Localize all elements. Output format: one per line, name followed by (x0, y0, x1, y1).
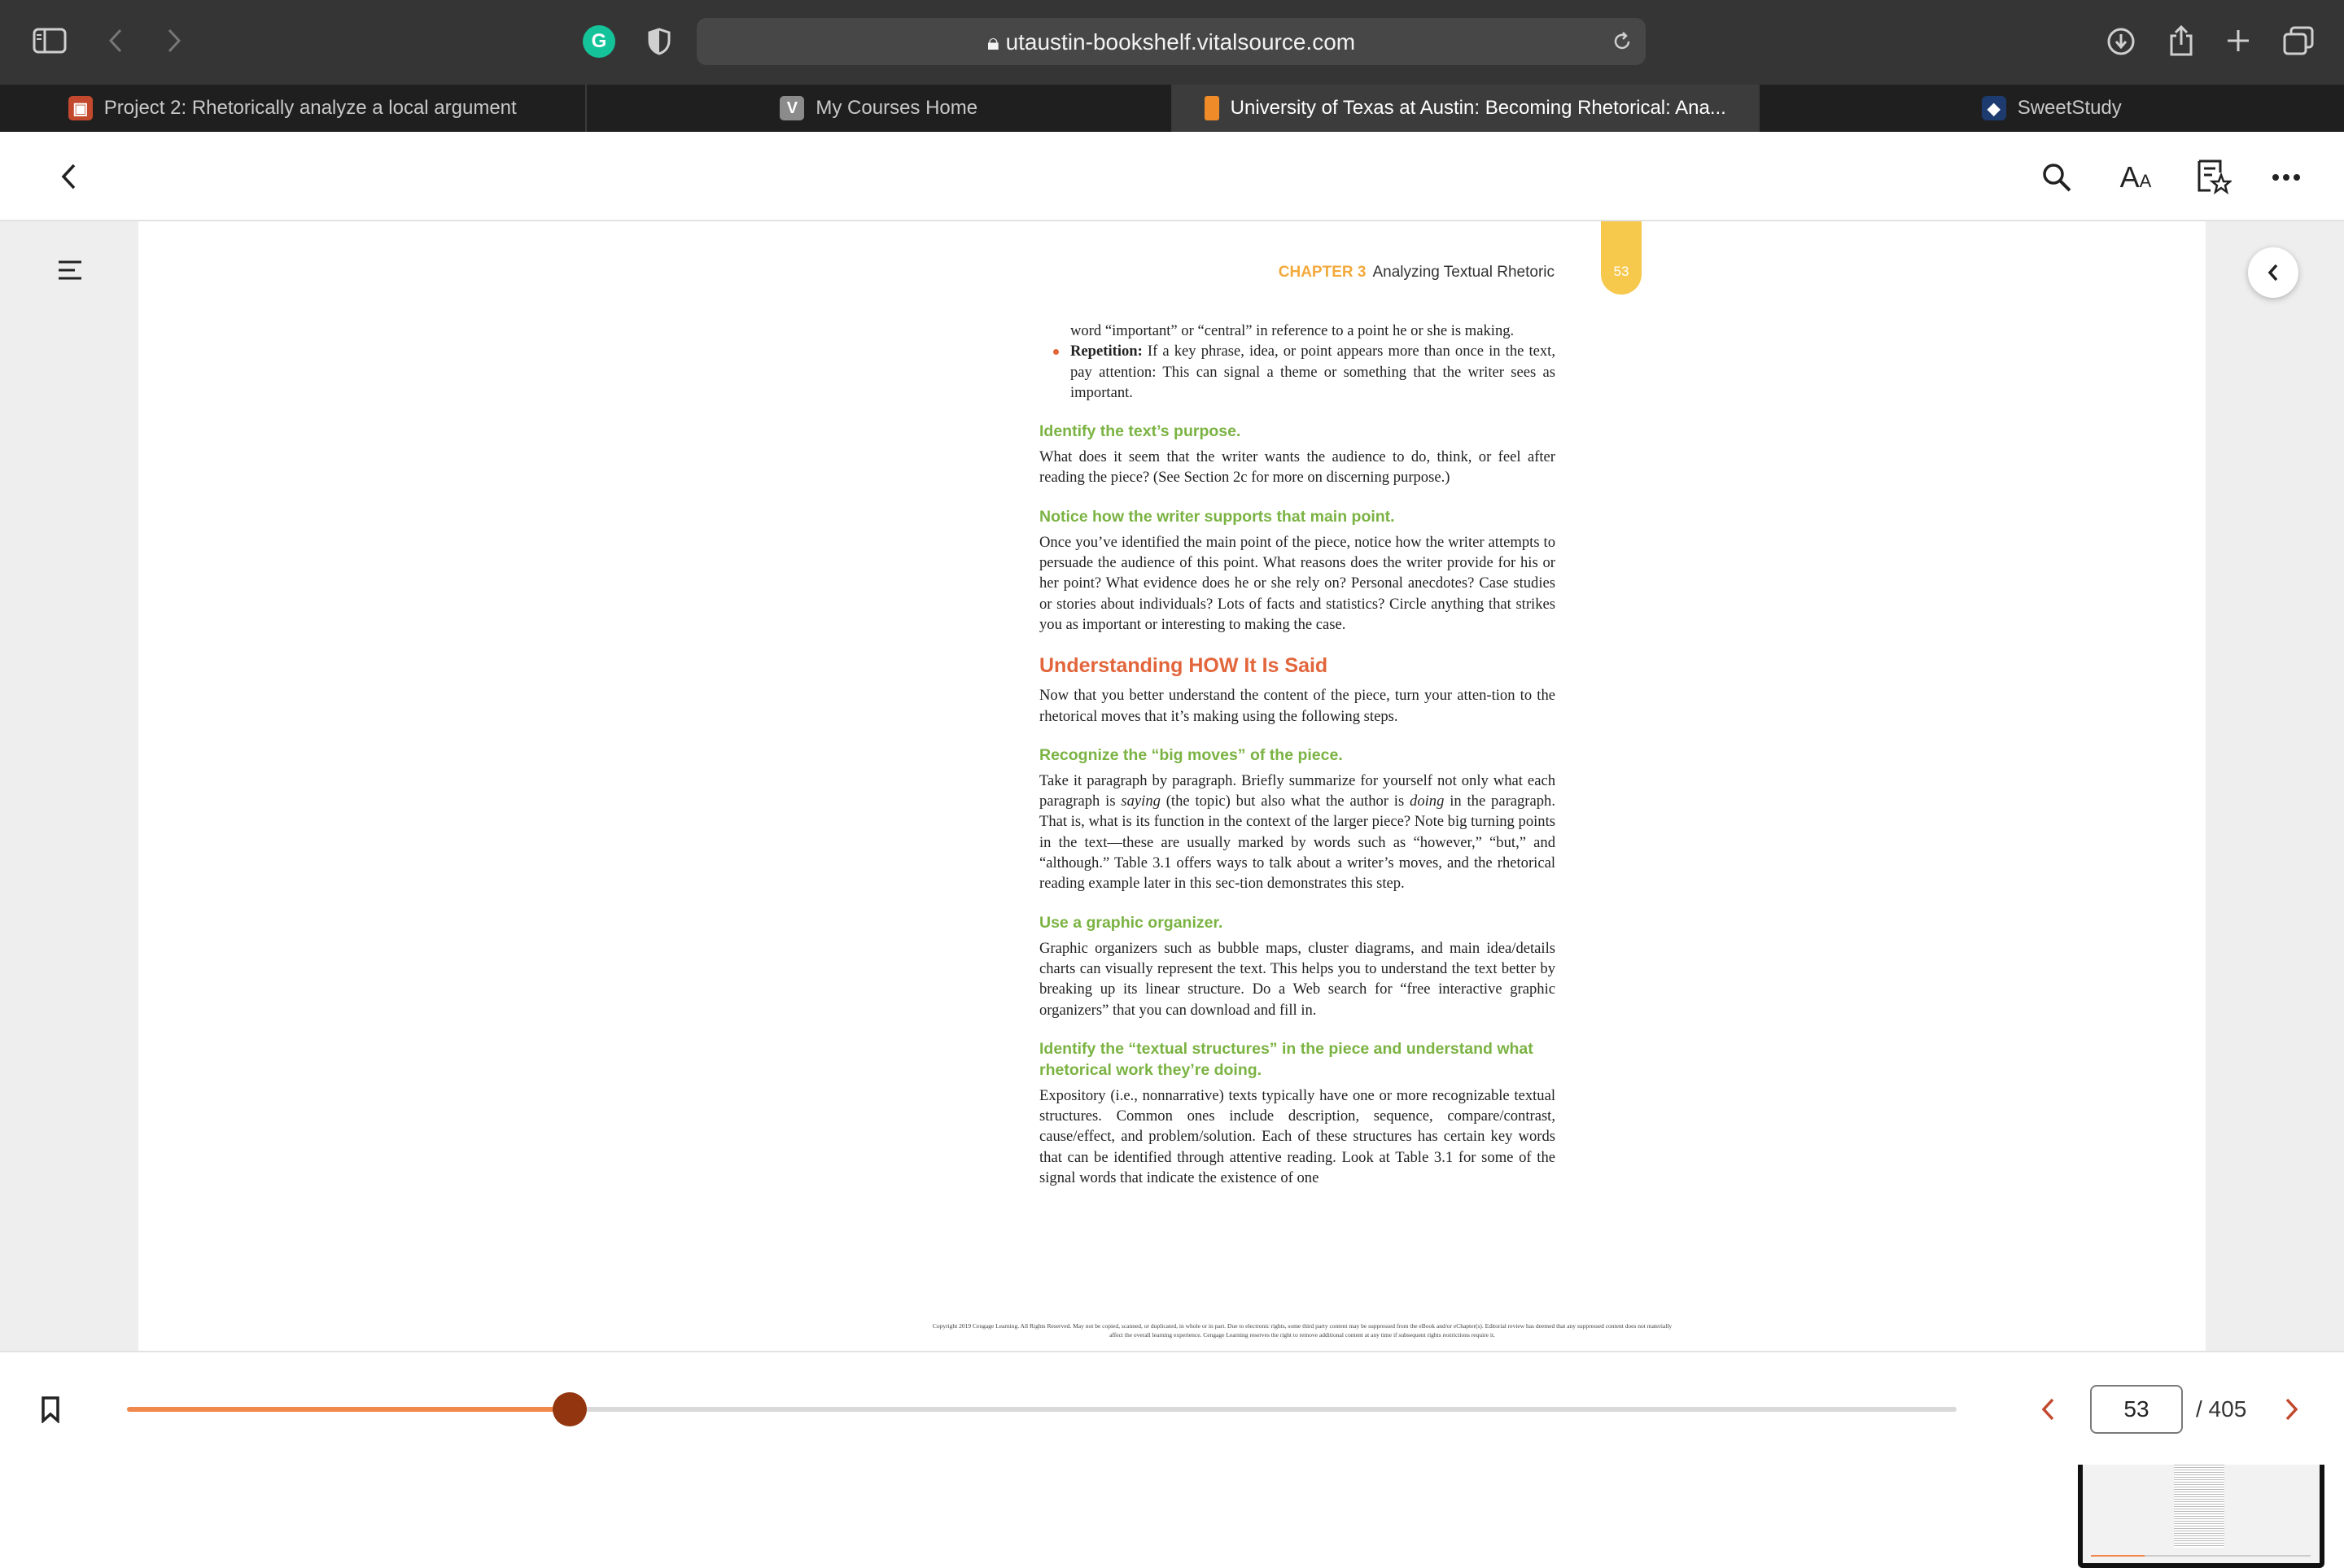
bullet-item: Repetition: If a key phrase, idea, or po… (1039, 341, 1555, 403)
table-of-contents-icon[interactable] (52, 254, 88, 286)
share-icon[interactable] (2165, 21, 2198, 60)
v-icon: V (780, 96, 804, 120)
lock-icon: 🔒︎ (987, 29, 1006, 55)
back-icon[interactable] (101, 24, 130, 57)
paragraph: Graphic organizers such as bubble maps, … (1039, 938, 1555, 1020)
tab-sweetstudy[interactable]: ◆ SweetStudy (1760, 85, 2344, 132)
reader-area: 53 CHAPTER 3 Analyzing Textual Rhetoric w… (0, 221, 2344, 1351)
search-icon[interactable] (2038, 159, 2075, 196)
page-number-ribbon: 53 (1601, 221, 1642, 295)
tab-overview-icon[interactable] (2281, 24, 2316, 57)
tab-project-2[interactable]: ▣ Project 2: Rhetorically analyze a loca… (0, 85, 587, 132)
section-heading: Use a graphic organizer. (1039, 912, 1555, 933)
sweetstudy-icon: ◆ (1982, 96, 2006, 120)
book-page: 53 CHAPTER 3 Analyzing Textual Rhetoric w… (138, 221, 2206, 1351)
page-number-input[interactable]: 53 (2090, 1385, 2183, 1434)
tab-my-courses[interactable]: V My Courses Home (587, 85, 1174, 132)
chapter-title: Analyzing Textual Rhetoric (1372, 264, 1555, 281)
chevron-left-icon (2267, 263, 2280, 282)
new-tab-icon[interactable] (2222, 24, 2254, 57)
browser-chrome: G 🔒︎ utaustin-bookshelf.vitalsource.com (0, 0, 2344, 85)
paragraph: Now that you better understand the conte… (1039, 685, 1555, 727)
tab-bar: ▣ Project 2: Rhetorically analyze a loca… (0, 85, 2344, 132)
paragraph: What does it seem that the writer wants … (1039, 447, 1555, 488)
paragraph: Expository (i.e., nonnarrative) texts ty… (1039, 1085, 1555, 1188)
section-heading: Identify the text’s purpose. (1039, 421, 1555, 442)
previous-page-icon[interactable] (2033, 1393, 2062, 1426)
bookmarks-list-icon[interactable] (2194, 156, 2233, 197)
sidebar-toggle-icon[interactable] (31, 24, 68, 57)
back-arrow-icon[interactable] (52, 159, 85, 194)
more-options-icon[interactable] (2267, 164, 2305, 190)
text-run: (the topic) but also what the author is (1161, 793, 1410, 810)
continuation-text: word “important” or “central” in referen… (1039, 321, 1555, 341)
bullet-label: Repetition: (1070, 343, 1143, 360)
tab-title: Project 2: Rhetorically analyze a local … (104, 97, 517, 120)
chapter-label: CHAPTER 3 (1279, 264, 1367, 281)
grammarly-icon[interactable]: G (583, 25, 615, 58)
downloads-icon[interactable] (2105, 24, 2137, 59)
copyright-notice: Copyright 2019 Cengage Learning. All Rig… (928, 1321, 1677, 1339)
collapse-panel-button[interactable] (2248, 247, 2298, 298)
italic-text: saying (1121, 793, 1161, 810)
tab-title: My Courses Home (816, 97, 977, 120)
section-heading: Identify the “textual structures” in the… (1039, 1038, 1555, 1081)
text-size-icon[interactable]: AA (2114, 159, 2157, 196)
paragraph: Once you’ve identified the main point of… (1039, 532, 1555, 635)
tab-vitalsource[interactable]: University of Texas at Austin: Becoming … (1173, 85, 1760, 132)
running-head: CHAPTER 3 Analyzing Textual Rhetoric (1034, 264, 1555, 282)
forward-icon[interactable] (160, 24, 189, 57)
bullet-text: If a key phrase, idea, or point appears … (1070, 343, 1555, 401)
privacy-shield-icon[interactable] (645, 25, 674, 58)
reload-icon[interactable] (1610, 29, 1634, 54)
progress-fill (127, 1407, 570, 1412)
progress-slider-handle[interactable] (553, 1392, 587, 1426)
address-bar[interactable]: 🔒︎ utaustin-bookshelf.vitalsource.com (697, 18, 1646, 65)
bookmark-icon[interactable] (36, 1391, 65, 1427)
tab-title: SweetStudy (2018, 97, 2122, 120)
paragraph: Take it paragraph by paragraph. Briefly … (1039, 771, 1555, 894)
page-text: word “important” or “central” in referen… (1039, 321, 1555, 1188)
next-page-icon[interactable] (2277, 1393, 2307, 1426)
reader-toolbar: AA (0, 132, 2344, 221)
major-heading: Understanding HOW It Is Said (1039, 653, 1555, 679)
canvas-icon: ▣ (68, 96, 93, 120)
total-pages: / 405 (2196, 1396, 2246, 1422)
progress-slider[interactable] (127, 1407, 1957, 1412)
tab-title: University of Texas at Austin: Becoming … (1231, 97, 1726, 120)
italic-text: doing (1410, 793, 1444, 810)
section-heading: Recognize the “big moves” of the piece. (1039, 745, 1555, 766)
vitalsource-icon (1205, 96, 1219, 120)
section-heading: Notice how the writer supports that main… (1039, 506, 1555, 527)
bottom-nav-bar: 53 / 405 (0, 1351, 2344, 1465)
url-text: utaustin-bookshelf.vitalsource.com (1006, 29, 1356, 55)
